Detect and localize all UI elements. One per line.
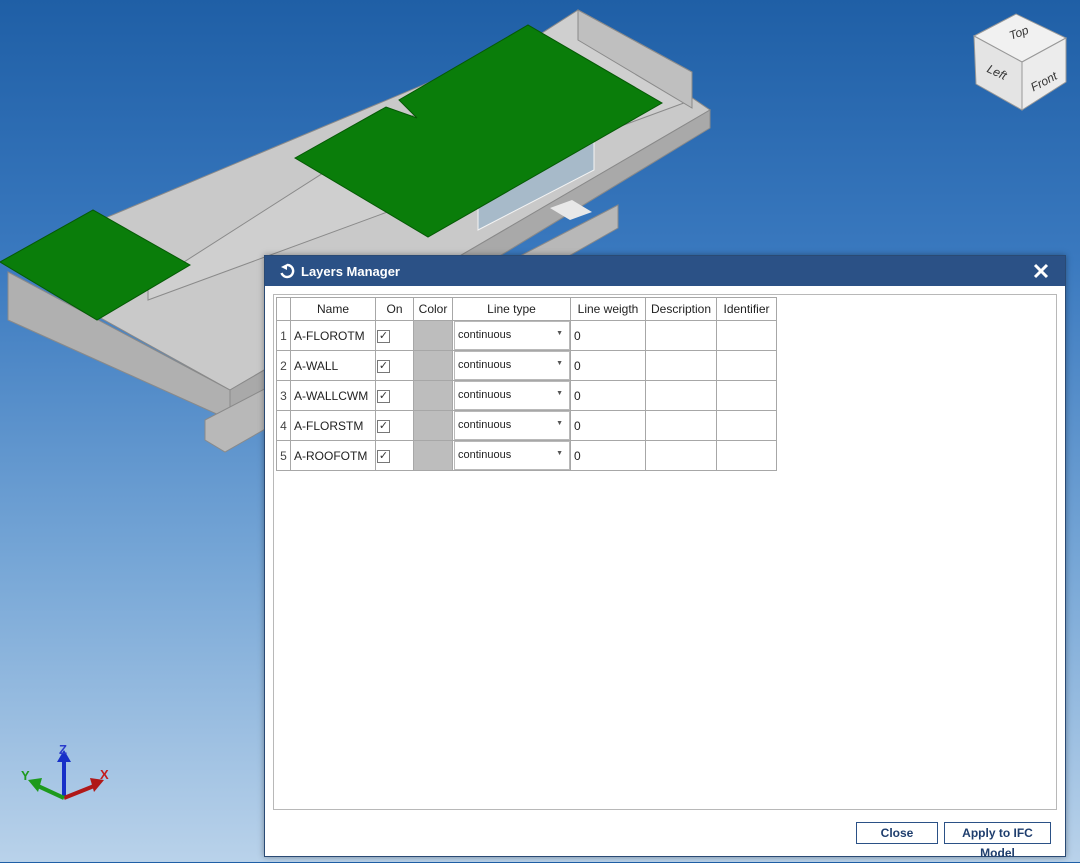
line-type-select[interactable]: continuous ▼: [454, 321, 570, 350]
column-header-on[interactable]: On: [375, 297, 414, 321]
layer-name-cell[interactable]: A-WALL: [290, 350, 376, 381]
on-cell: ✓: [375, 410, 414, 441]
chevron-down-icon: ▼: [556, 360, 563, 367]
chevron-down-icon: ▼: [556, 420, 563, 427]
on-checkbox[interactable]: ✓: [377, 449, 390, 463]
line-type-cell: continuous ▼: [452, 440, 571, 471]
description-cell[interactable]: [645, 440, 717, 471]
description-cell[interactable]: [645, 380, 717, 411]
line-weight-cell[interactable]: 0: [570, 410, 646, 441]
layer-name-cell[interactable]: A-WALLCWM: [290, 380, 376, 411]
color-cell[interactable]: [413, 440, 453, 471]
on-cell: ✓: [375, 440, 414, 471]
table-row[interactable]: 4 A-FLORSTM ✓ continuous ▼ 0: [276, 410, 777, 441]
on-checkbox[interactable]: ✓: [377, 329, 390, 343]
description-cell[interactable]: [645, 350, 717, 381]
table-header-row: Name On Color Line type Line weigth Desc…: [276, 297, 777, 321]
color-cell[interactable]: [413, 350, 453, 381]
layers-table-panel: Name On Color Line type Line weigth Desc…: [273, 294, 1057, 810]
description-cell[interactable]: [645, 410, 717, 441]
on-checkbox[interactable]: ✓: [377, 389, 390, 403]
layers-table: Name On Color Line type Line weigth Desc…: [276, 297, 777, 471]
line-type-cell: continuous ▼: [452, 350, 571, 381]
dialog-title: Layers Manager: [301, 264, 400, 279]
row-index: 2: [276, 350, 291, 381]
chevron-down-icon: ▼: [556, 330, 563, 337]
axis-gizmo: Z X Y: [18, 742, 118, 812]
line-type-cell: continuous ▼: [452, 380, 571, 411]
y-axis-label: Y: [21, 768, 30, 783]
identifier-cell[interactable]: [716, 350, 777, 381]
table-row[interactable]: 1 A-FLOROTM ✓ continuous ▼ 0: [276, 320, 777, 351]
identifier-cell[interactable]: [716, 440, 777, 471]
column-header-description[interactable]: Description: [645, 297, 717, 321]
refresh-icon: [280, 263, 295, 279]
line-type-value: continuous: [458, 419, 512, 431]
table-row[interactable]: 5 A-ROOFOTM ✓ continuous ▼ 0: [276, 440, 777, 471]
row-index: 4: [276, 410, 291, 441]
column-header-line-weight[interactable]: Line weigth: [570, 297, 646, 321]
on-cell: ✓: [375, 350, 414, 381]
line-type-select[interactable]: continuous ▼: [454, 381, 570, 410]
column-header-name[interactable]: Name: [290, 297, 376, 321]
line-type-value: continuous: [458, 449, 512, 461]
close-icon[interactable]: [1031, 261, 1051, 281]
identifier-cell[interactable]: [716, 380, 777, 411]
description-cell[interactable]: [645, 320, 717, 351]
table-row[interactable]: 2 A-WALL ✓ continuous ▼ 0: [276, 350, 777, 381]
column-header-identifier[interactable]: Identifier: [716, 297, 777, 321]
dialog-titlebar[interactable]: Layers Manager: [265, 256, 1065, 286]
on-cell: ✓: [375, 380, 414, 411]
apply-to-ifc-model-button[interactable]: Apply to IFC Model: [944, 822, 1051, 860]
on-checkbox[interactable]: ✓: [377, 419, 390, 433]
column-header-line-type[interactable]: Line type: [452, 297, 571, 321]
chevron-down-icon: ▼: [556, 390, 563, 397]
table-row[interactable]: 3 A-WALLCWM ✓ continuous ▼ 0: [276, 380, 777, 411]
line-type-cell: continuous ▼: [452, 320, 571, 351]
close-button[interactable]: Close: [856, 822, 938, 844]
color-cell[interactable]: [413, 320, 453, 351]
z-axis-label: Z: [59, 742, 67, 757]
layer-name-cell[interactable]: A-FLORSTM: [290, 410, 376, 441]
line-type-select[interactable]: continuous ▼: [454, 351, 570, 380]
column-header-index: [276, 297, 291, 321]
identifier-cell[interactable]: [716, 320, 777, 351]
view-cube[interactable]: Top Left Front: [970, 8, 1070, 116]
color-cell[interactable]: [413, 380, 453, 411]
line-type-value: continuous: [458, 389, 512, 401]
layer-name-cell[interactable]: A-FLOROTM: [290, 320, 376, 351]
column-header-color[interactable]: Color: [413, 297, 453, 321]
line-weight-cell[interactable]: 0: [570, 320, 646, 351]
identifier-cell[interactable]: [716, 410, 777, 441]
line-type-value: continuous: [458, 359, 512, 371]
line-type-cell: continuous ▼: [452, 410, 571, 441]
x-axis-label: X: [100, 767, 109, 782]
line-type-value: continuous: [458, 329, 512, 341]
row-index: 3: [276, 380, 291, 411]
layer-name-cell[interactable]: A-ROOFOTM: [290, 440, 376, 471]
row-index: 1: [276, 320, 291, 351]
chevron-down-icon: ▼: [556, 450, 563, 457]
on-cell: ✓: [375, 320, 414, 351]
line-weight-cell[interactable]: 0: [570, 440, 646, 471]
color-cell[interactable]: [413, 410, 453, 441]
row-index: 5: [276, 440, 291, 471]
line-weight-cell[interactable]: 0: [570, 350, 646, 381]
line-type-select[interactable]: continuous ▼: [454, 441, 570, 470]
line-type-select[interactable]: continuous ▼: [454, 411, 570, 440]
layers-manager-dialog: Layers Manager Name On Color Line type L…: [264, 255, 1066, 860]
on-checkbox[interactable]: ✓: [377, 359, 390, 373]
line-weight-cell[interactable]: 0: [570, 380, 646, 411]
